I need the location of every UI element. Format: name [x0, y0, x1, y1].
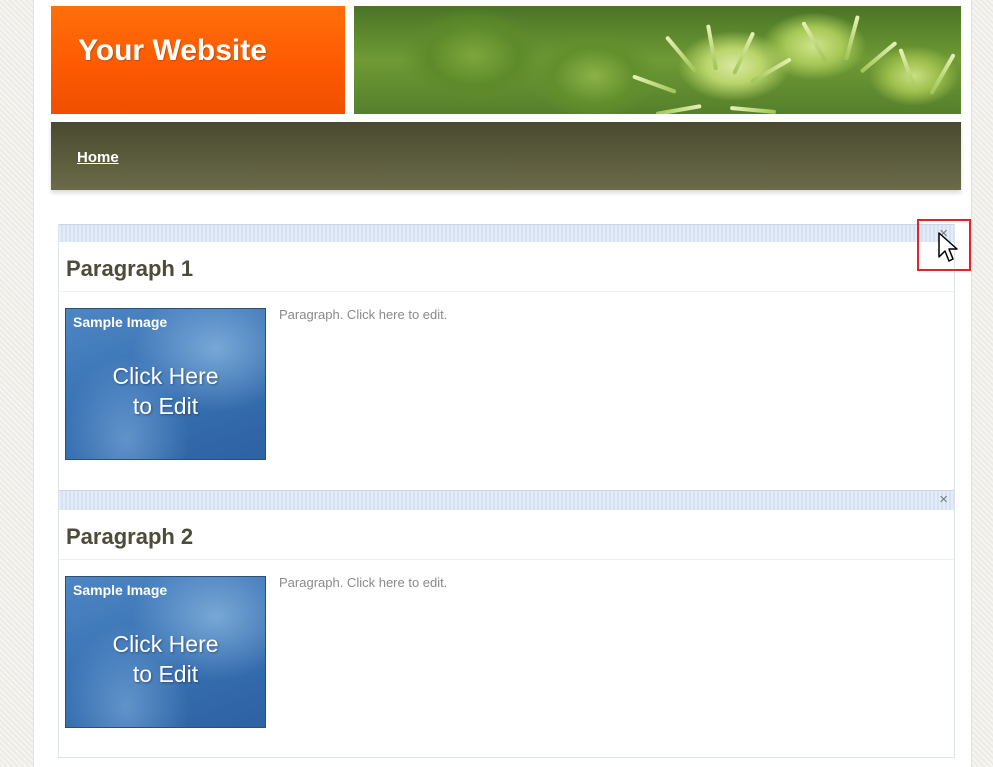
website-page: Your Website Home × Paragraph 1 Sample I…: [34, 0, 971, 767]
section-body: Sample Image Click Here to Edit Paragrap…: [59, 292, 954, 482]
banner-leaf: [801, 21, 828, 63]
click-to-edit-text: Click Here: [112, 363, 219, 389]
mouse-pointer-icon: [938, 232, 958, 262]
banner-leaf: [664, 35, 698, 74]
site-logo-text[interactable]: Your Website: [78, 34, 267, 68]
banner-leaf: [730, 105, 777, 114]
sample-image-caption: Sample Image: [73, 582, 168, 598]
close-icon[interactable]: ×: [939, 492, 948, 507]
banner-leaf: [929, 53, 956, 95]
banner-leaf: [655, 104, 702, 114]
nav-link-home[interactable]: Home: [77, 149, 119, 166]
banner-leaf: [706, 24, 718, 71]
banner-leaf: [632, 74, 677, 94]
paragraph-section-2[interactable]: × Paragraph 2 Sample Image Click Here to…: [58, 490, 955, 758]
paragraph-text[interactable]: Paragraph. Click here to edit.: [279, 575, 447, 590]
banner-leaf: [859, 40, 898, 74]
banner-leaf: [750, 57, 792, 84]
banner-leaf: [898, 48, 918, 93]
sample-image-placeholder[interactable]: Sample Image Click Here to Edit: [65, 576, 266, 728]
banner-leaf: [844, 15, 860, 61]
banner-leaf: [732, 31, 756, 75]
sample-image-caption: Sample Image: [73, 314, 168, 330]
main-navigation: Home: [51, 122, 961, 190]
paragraph-text[interactable]: Paragraph. Click here to edit.: [279, 307, 447, 322]
paragraph-section-1[interactable]: × Paragraph 1 Sample Image Click Here to…: [58, 224, 955, 490]
click-to-edit-text: to Edit: [132, 661, 199, 687]
section-drag-handle[interactable]: ×: [59, 490, 954, 510]
logo-box[interactable]: Your Website: [51, 6, 345, 114]
sample-image-placeholder[interactable]: Sample Image Click Here to Edit: [65, 308, 266, 460]
right-page-border: [971, 0, 993, 767]
click-to-edit-text: to Edit: [132, 393, 199, 419]
section-body: Sample Image Click Here to Edit Paragrap…: [59, 560, 954, 750]
click-to-edit-text: Click Here: [112, 631, 219, 657]
section-title[interactable]: Paragraph 2: [59, 510, 954, 560]
section-title[interactable]: Paragraph 1: [59, 242, 954, 292]
left-page-border: [0, 0, 34, 767]
section-drag-handle[interactable]: ×: [59, 224, 954, 242]
header-banner-image: [354, 6, 961, 114]
